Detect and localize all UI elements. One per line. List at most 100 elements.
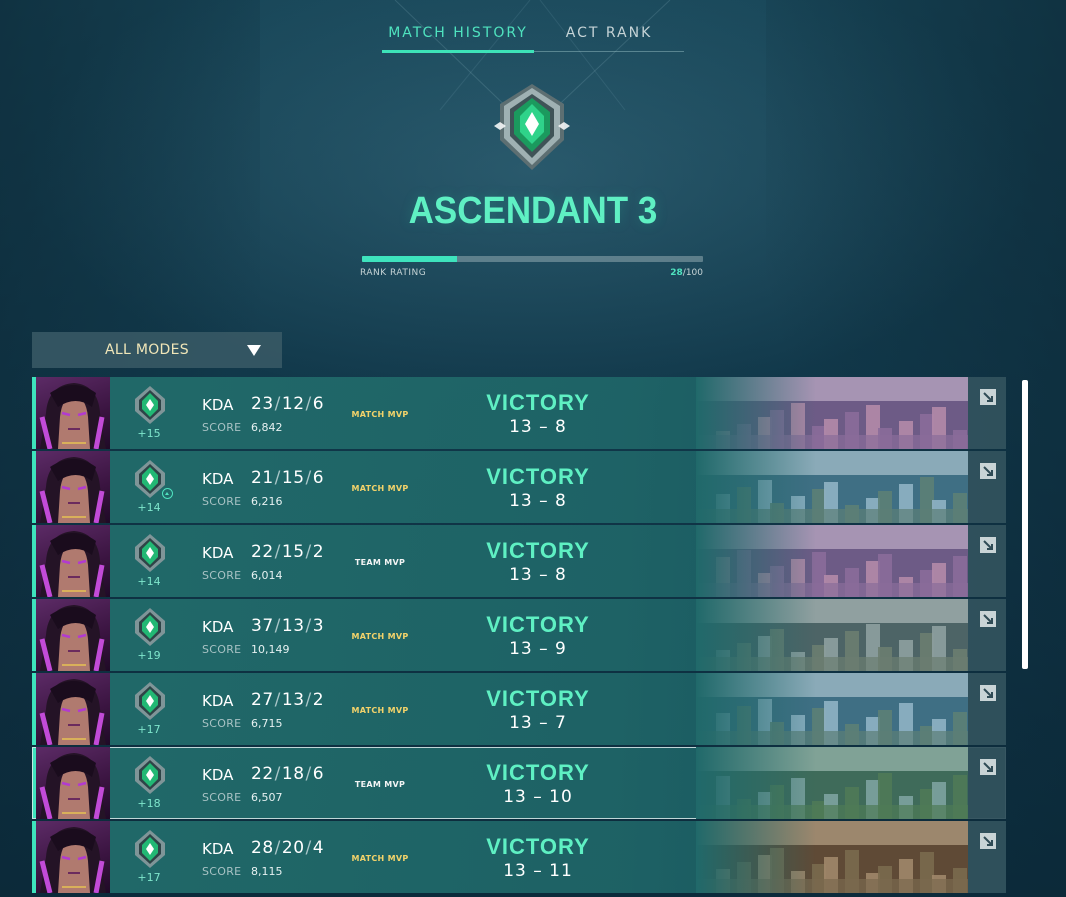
- rank-up-icon: [162, 488, 173, 499]
- match-result: VICTORY: [486, 760, 590, 785]
- mvp-badge: TEAM MVP: [354, 780, 406, 789]
- expand-arrow-icon: [980, 685, 996, 701]
- rank-rating-change: +14: [137, 501, 161, 514]
- expand-arrow-icon: [980, 537, 996, 553]
- kills: 28: [251, 838, 274, 858]
- agent-portrait: [36, 599, 110, 671]
- rank-rating-value: 28/100: [670, 268, 703, 278]
- rank-rating-current: 28: [670, 268, 683, 278]
- score-label: SCORE: [202, 791, 242, 804]
- rank-rating-change: +18: [137, 797, 161, 810]
- agent-portrait: [36, 451, 110, 523]
- kda-value: 23/12/6: [251, 394, 325, 414]
- deaths: 20: [281, 838, 305, 858]
- match-details-button[interactable]: [968, 451, 1006, 523]
- mode-filter-label: ALL MODES: [105, 342, 189, 358]
- match-row[interactable]: +19 KDA 37/13/3 SCORE 10,149 MATCH MVP V…: [32, 599, 1006, 671]
- kda-label: KDA: [202, 840, 234, 858]
- tab-match-history[interactable]: MATCH HISTORY: [382, 22, 534, 53]
- rank-rating-max: /100: [682, 268, 703, 278]
- match-result: VICTORY: [486, 686, 590, 711]
- kills: 22: [251, 542, 274, 562]
- match-result: VICTORY: [486, 464, 590, 489]
- assists: 6: [312, 468, 325, 488]
- score-label: SCORE: [202, 865, 242, 878]
- kills: 22: [251, 764, 274, 784]
- match-details-button[interactable]: [968, 377, 1006, 449]
- match-row[interactable]: +15 KDA 23/12/6 SCORE 6,842 MATCH MVP VI…: [32, 377, 1006, 449]
- match-result: VICTORY: [486, 834, 590, 859]
- mvp-badge: MATCH MVP: [351, 410, 409, 419]
- rank-rating-change: +15: [137, 427, 161, 440]
- agent-portrait: [36, 673, 110, 745]
- scrollbar-thumb[interactable]: [1022, 380, 1028, 669]
- deaths: 18: [281, 764, 305, 784]
- mode-filter-dropdown[interactable]: ALL MODES: [32, 332, 282, 368]
- ascendant-rank-icon: [135, 682, 165, 720]
- kda-label: KDA: [202, 692, 234, 710]
- round-score: 13 – 8: [509, 491, 567, 511]
- mvp-badge: MATCH MVP: [351, 484, 409, 493]
- round-score: 13 – 8: [509, 565, 567, 585]
- match-row[interactable]: +14 KDA 22/15/2 SCORE 6,014 TEAM MVP VIC…: [32, 525, 1006, 597]
- chevron-down-icon: [247, 345, 261, 356]
- match-result: VICTORY: [486, 612, 590, 637]
- kills: 23: [251, 394, 274, 414]
- rank-rating-bar: [362, 256, 703, 262]
- kda-label: KDA: [202, 470, 234, 488]
- kda-value: 28/20/4: [251, 838, 325, 858]
- assists: 6: [312, 394, 325, 414]
- expand-arrow-icon: [980, 611, 996, 627]
- score-label: SCORE: [202, 421, 242, 434]
- kda-value: 27/13/2: [251, 690, 325, 710]
- score-label: SCORE: [202, 717, 242, 730]
- rank-rating-change: +17: [137, 871, 161, 884]
- kills: 37: [251, 616, 274, 636]
- ascendant-rank-icon: [494, 84, 570, 170]
- rank-rating-change: +17: [137, 723, 161, 736]
- combat-score: 10,149: [251, 643, 290, 656]
- mvp-badge: MATCH MVP: [351, 632, 409, 641]
- combat-score: 8,115: [251, 865, 283, 878]
- match-row[interactable]: +17 KDA 27/13/2 SCORE 6,715 MATCH MVP VI…: [32, 673, 1006, 745]
- agent-portrait: [36, 377, 110, 449]
- match-details-button[interactable]: [968, 599, 1006, 671]
- match-details-button[interactable]: [968, 747, 1006, 819]
- match-result: VICTORY: [486, 538, 590, 563]
- match-row[interactable]: +14 KDA 21/15/6 SCORE 6,216 MATCH MVP VI…: [32, 451, 1006, 523]
- match-history-list: +15 KDA 23/12/6 SCORE 6,842 MATCH MVP VI…: [32, 377, 1006, 895]
- match-result: VICTORY: [486, 390, 590, 415]
- rank-rating-change: +14: [137, 575, 161, 588]
- round-score: 13 – 11: [503, 861, 573, 881]
- combat-score: 6,507: [251, 791, 283, 804]
- mvp-badge: TEAM MVP: [354, 558, 406, 567]
- match-row[interactable]: +17 KDA 28/20/4 SCORE 8,115 MATCH MVP VI…: [32, 821, 1006, 893]
- match-details-button[interactable]: [968, 673, 1006, 745]
- rank-rating-label: RANK RATING: [360, 268, 427, 278]
- match-row[interactable]: +18 KDA 22/18/6 SCORE 6,507 TEAM MVP VIC…: [32, 747, 1006, 819]
- kda-label: KDA: [202, 396, 234, 414]
- kda-value: 22/18/6: [251, 764, 325, 784]
- match-details-button[interactable]: [968, 525, 1006, 597]
- tab-act-rank[interactable]: ACT RANK: [534, 22, 684, 51]
- ascendant-rank-icon: [135, 386, 165, 424]
- deaths: 13: [281, 616, 305, 636]
- ascendant-rank-icon: [135, 830, 165, 868]
- deaths: 15: [281, 542, 305, 562]
- assists: 2: [312, 542, 325, 562]
- expand-arrow-icon: [980, 833, 996, 849]
- agent-portrait: [36, 747, 110, 819]
- match-details-button[interactable]: [968, 821, 1006, 893]
- assists: 6: [312, 764, 325, 784]
- expand-arrow-icon: [980, 463, 996, 479]
- assists: 4: [312, 838, 325, 858]
- kda-value: 21/15/6: [251, 468, 325, 488]
- round-score: 13 – 7: [509, 713, 567, 733]
- agent-portrait: [36, 525, 110, 597]
- kills: 27: [251, 690, 274, 710]
- agent-portrait: [36, 821, 110, 893]
- score-label: SCORE: [202, 643, 242, 656]
- round-score: 13 – 8: [509, 417, 567, 437]
- kda-value: 37/13/3: [251, 616, 325, 636]
- combat-score: 6,842: [251, 421, 283, 434]
